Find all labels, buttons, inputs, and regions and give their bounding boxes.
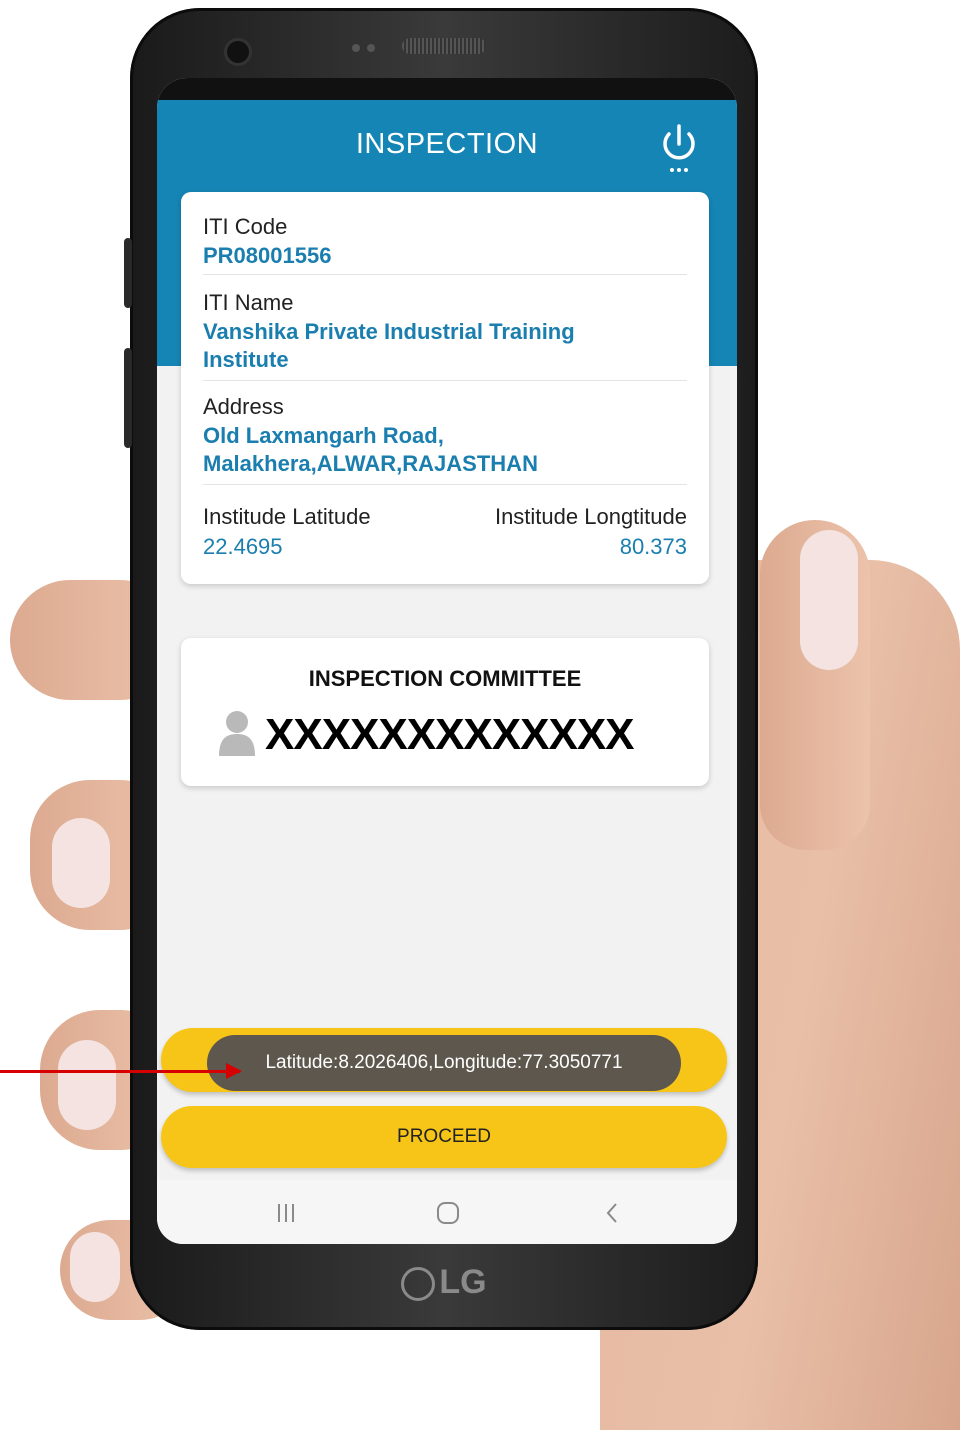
divider: [203, 380, 687, 381]
page-title: INSPECTION: [355, 128, 539, 160]
divider: [203, 274, 687, 275]
power-icon: [663, 124, 695, 172]
annotation-arrow-head-icon: [226, 1063, 242, 1079]
proceed-button[interactable]: PROCEED: [161, 1106, 727, 1168]
annotation-arrow-line: [0, 1070, 240, 1073]
finger-3-nail: [58, 1040, 116, 1130]
volume-down-button: [124, 348, 132, 448]
finger-2-nail: [52, 818, 110, 908]
iti-name-value: Vanshika Private Industrial Training Ins…: [203, 319, 575, 372]
person-icon: [219, 711, 255, 756]
brand-logo: LG: [130, 1263, 758, 1302]
home-icon[interactable]: [433, 1198, 463, 1228]
address-label: Address: [203, 394, 284, 419]
front-camera-icon: [224, 38, 252, 66]
sensor-dots: [352, 44, 375, 52]
recent-apps-icon[interactable]: [271, 1198, 301, 1228]
earpiece-speaker: [402, 38, 486, 54]
committee-member: XXXXXXXXXXXXX: [217, 708, 677, 760]
thumb-nail: [800, 530, 858, 670]
latitude-label: Institude Latitude: [203, 504, 371, 529]
status-bar: [157, 78, 737, 100]
iti-code-value: PR08001556: [203, 243, 332, 268]
location-toast: Latitude:8.2026406,Longitude:77.3050771: [207, 1035, 681, 1091]
iti-name-label: ITI Name: [203, 290, 294, 315]
lg-circle-icon: [401, 1267, 436, 1302]
latitude-column: Institude Latitude 22.4695: [203, 502, 371, 562]
app-screen: INSPECTION ITI Code PR08001556 ITI Name …: [157, 78, 737, 1244]
system-nav-bar: [157, 1180, 737, 1244]
longitude-column: Institude Longtitude 80.373: [495, 502, 687, 562]
volume-up-button: [124, 238, 132, 308]
institute-info-card: ITI Code PR08001556 ITI Name Vanshika Pr…: [181, 192, 709, 584]
address-value: Old Laxmangarh Road, Malakhera,ALWAR,RAJ…: [203, 423, 538, 476]
inspection-committee-card: INSPECTION COMMITTEE XXXXXXXXXXXXX: [181, 638, 709, 786]
longitude-label: Institude Longtitude: [494, 504, 687, 529]
longitude-value: 80.373: [619, 534, 687, 559]
iti-code-label: ITI Code: [203, 214, 288, 239]
address-field: Address Old Laxmangarh Road, Malakhera,A…: [203, 392, 687, 478]
iti-code-field: ITI Code PR08001556: [203, 212, 687, 270]
finger-4-nail: [70, 1232, 120, 1302]
latitude-value: 22.4695: [203, 534, 283, 559]
committee-member-name: XXXXXXXXXXXXX: [265, 710, 635, 759]
back-icon[interactable]: [597, 1198, 627, 1228]
iti-name-field: ITI Name Vanshika Private Industrial Tra…: [203, 288, 687, 374]
brand-logo-text: LG: [439, 1263, 487, 1301]
committee-title: INSPECTION COMMITTEE: [308, 666, 582, 691]
divider: [203, 484, 687, 485]
power-button[interactable]: [659, 122, 699, 174]
